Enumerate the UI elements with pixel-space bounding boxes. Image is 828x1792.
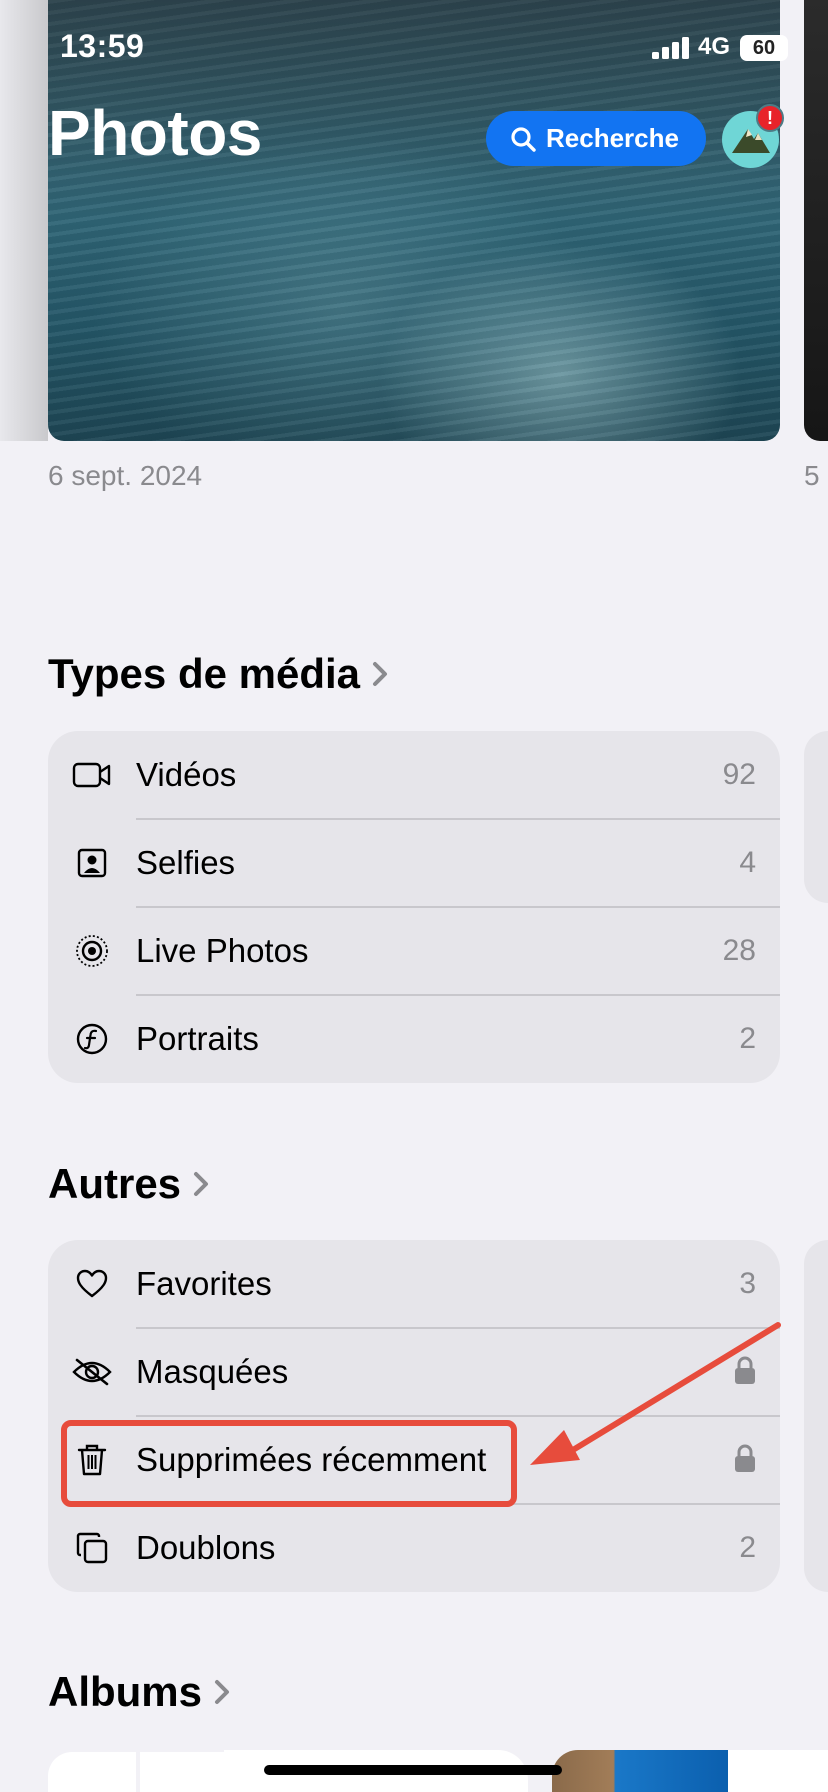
portrait-icon (70, 1017, 114, 1061)
albums-title: Albums (48, 1668, 203, 1715)
others-title: Autres (48, 1160, 182, 1207)
others-count: 3 (739, 1267, 756, 1300)
media-types-list: Vidéos 92 Selfies 4 Live Photos 28 Portr… (48, 731, 780, 1083)
media-type-item-videos[interactable]: Vidéos 92 (48, 731, 780, 819)
selfie-icon (70, 841, 114, 885)
featured-date: 6 sept. 2024 (48, 460, 203, 491)
battery-indicator: 60 (740, 35, 788, 61)
media-type-count: 28 (722, 934, 756, 967)
album-thumbnail[interactable] (728, 1750, 828, 1792)
chevron-right-icon (215, 1680, 230, 1704)
status-time: 13:59 (60, 28, 145, 64)
album-thumbnail[interactable] (48, 1752, 136, 1792)
search-icon (511, 126, 536, 152)
others-count: 2 (739, 1531, 756, 1564)
media-type-item-portraits[interactable]: Portraits 2 (48, 995, 780, 1083)
next-card-peek[interactable] (804, 1240, 828, 1592)
others-item-duplicates[interactable]: Doublons 2 (48, 1504, 780, 1592)
next-featured-photo[interactable] (804, 0, 828, 441)
eye-slash-icon (70, 1350, 114, 1394)
page-title: Photos (48, 97, 262, 169)
video-icon (70, 753, 114, 797)
featured-photo[interactable] (48, 0, 780, 441)
live-photo-icon (70, 929, 114, 973)
network-type: 4G (698, 33, 731, 60)
others-label: Masquées (136, 1353, 289, 1390)
others-header[interactable]: Autres (48, 1160, 211, 1208)
highlight-box (61, 1420, 517, 1507)
search-button[interactable]: Recherche (486, 111, 706, 166)
chevron-right-icon (373, 662, 388, 686)
notification-badge: ! (756, 104, 784, 132)
cellular-signal-icon (652, 37, 689, 59)
albums-header[interactable]: Albums (48, 1668, 232, 1716)
next-card-peek[interactable] (804, 731, 828, 903)
chevron-right-icon (194, 1172, 209, 1196)
media-types-title: Types de média (48, 650, 361, 697)
media-type-label: Portraits (136, 1020, 259, 1057)
album-thumbnail[interactable] (552, 1750, 728, 1792)
search-button-label: Recherche (546, 123, 679, 153)
media-type-label: Vidéos (136, 756, 237, 793)
media-type-count: 92 (722, 758, 756, 791)
heart-icon (70, 1262, 114, 1306)
media-type-label: Live Photos (136, 932, 309, 969)
media-type-count: 2 (739, 1022, 756, 1055)
media-type-item-selfies[interactable]: Selfies 4 (48, 819, 780, 907)
previous-photo-edge (0, 0, 48, 441)
others-label: Doublons (136, 1529, 276, 1566)
album-thumbnail[interactable] (140, 1752, 224, 1792)
next-featured-date: 5 (804, 460, 820, 491)
annotation-arrow (530, 1322, 781, 1465)
others-label: Favorites (136, 1265, 272, 1302)
media-type-count: 4 (739, 846, 756, 879)
media-type-label: Selfies (136, 844, 236, 881)
media-type-item-live-photos[interactable]: Live Photos 28 (48, 907, 780, 995)
home-indicator[interactable] (264, 1765, 562, 1775)
duplicate-icon (70, 1526, 114, 1570)
media-types-header[interactable]: Types de média (48, 650, 390, 698)
